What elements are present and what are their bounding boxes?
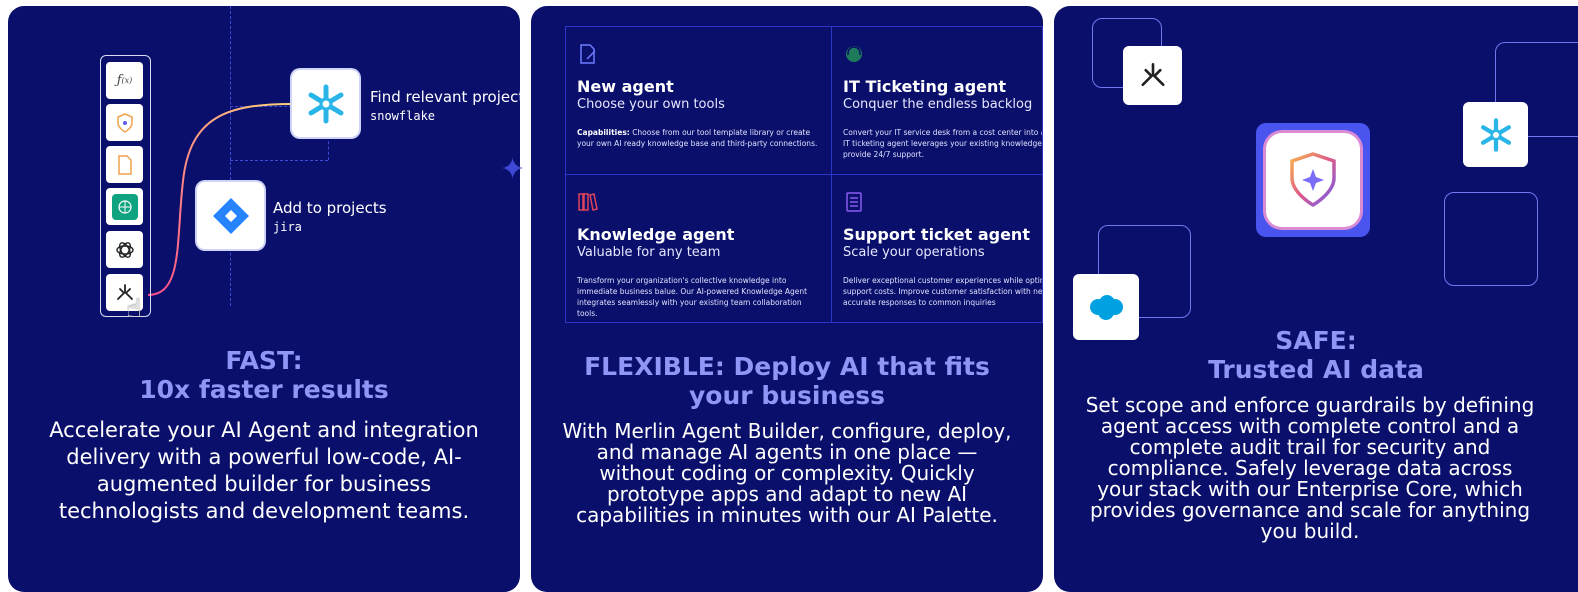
- agent-name: Support ticket agent: [843, 225, 1030, 244]
- agent-card-support-ticket[interactable]: Support ticket agent Scale your operatio…: [832, 175, 1043, 323]
- agent-description: Deliver exceptional customer experiences…: [843, 276, 1043, 307]
- flow-connector: [147, 103, 293, 296]
- shield-icon[interactable]: [106, 104, 143, 141]
- heading-line: FAST:: [225, 346, 303, 375]
- capabilities-label: Capabilities:: [577, 128, 630, 137]
- agent-description: Convert your IT service desk from a cost…: [843, 128, 1042, 159]
- document-edit-icon: [580, 44, 596, 64]
- jira-node[interactable]: [197, 182, 264, 249]
- flow-node-subtitle: jira: [273, 220, 302, 234]
- jira-icon: [212, 197, 249, 234]
- books-icon: [578, 193, 598, 211]
- snowflake-tile[interactable]: [1463, 102, 1528, 167]
- shield-badge: [1256, 123, 1370, 237]
- agent-card-knowledge[interactable]: Knowledge agent Valuable for any team Tr…: [565, 175, 832, 323]
- hand-cursor-icon: ☝: [126, 294, 142, 324]
- flow-node-title: Add to projects: [273, 199, 387, 217]
- agent-description: Transform your organization's collective…: [577, 276, 808, 318]
- agent-tagline: Choose your own tools: [577, 97, 725, 112]
- flow-node-subtitle: snowflake: [370, 109, 436, 123]
- fast-feature-card: ƒ (x) ☝ Find relevant projects snowflake …: [8, 6, 520, 592]
- card-heading: FAST: 10x faster results: [8, 346, 520, 404]
- card-body: Set scope and enforce guardrails by defi…: [1085, 393, 1535, 543]
- agent-name: IT Ticketing agent: [843, 77, 1007, 96]
- agent-description: Capabilities: Choose from our tool templ…: [577, 127, 822, 149]
- list-icon: [846, 192, 862, 212]
- decorative-square: [1444, 192, 1538, 286]
- agent-card-it-ticketing[interactable]: IT Ticketing agent Conquer the endless b…: [832, 26, 1043, 175]
- brain-icon[interactable]: [106, 188, 143, 225]
- snowflake-node[interactable]: [292, 70, 359, 137]
- heading-line: Trusted AI data: [1208, 355, 1424, 384]
- agent-grid: New agent Choose your own tools Capabili…: [565, 26, 1043, 323]
- card-heading: FLEXIBLE: Deploy AI that fits your busin…: [584, 352, 990, 410]
- agent-name: Knowledge agent: [577, 225, 735, 244]
- document-icon[interactable]: [106, 146, 143, 183]
- function-icon[interactable]: ƒ (x): [106, 62, 143, 99]
- sparkle-icon: ✦: [500, 152, 526, 187]
- salesforce-icon: [1090, 295, 1123, 320]
- flow-node-title: Find relevant projects: [370, 88, 520, 106]
- card-body: Accelerate your AI Agent and integration…: [49, 418, 479, 523]
- snowflake-icon: [1480, 117, 1511, 152]
- headset-icon: [846, 46, 862, 62]
- card-body: With Merlin Agent Builder, configure, de…: [562, 419, 1012, 527]
- merlin-icon: [1141, 62, 1164, 86]
- safe-feature-card: SAFE: Trusted AI data Set scope and enfo…: [1054, 6, 1578, 592]
- heading-line: 10x faster results: [139, 375, 389, 404]
- openai-icon[interactable]: [106, 231, 143, 268]
- card-heading: SAFE: Trusted AI data: [1054, 326, 1578, 384]
- agent-tagline: Scale your operations: [843, 245, 985, 260]
- snowflake-icon: [308, 84, 343, 123]
- heading-line: SAFE:: [1275, 326, 1357, 355]
- agent-tagline: Valuable for any team: [577, 245, 721, 260]
- agent-name: New agent: [577, 77, 674, 96]
- agent-card-new[interactable]: New agent Choose your own tools Capabili…: [565, 26, 832, 175]
- agent-tagline: Conquer the endless backlog: [843, 97, 1033, 112]
- shield-sparkle-icon: [1290, 152, 1336, 208]
- flexible-feature-card: New agent Choose your own tools Capabili…: [531, 6, 1043, 592]
- merlin-tile[interactable]: [1123, 46, 1182, 105]
